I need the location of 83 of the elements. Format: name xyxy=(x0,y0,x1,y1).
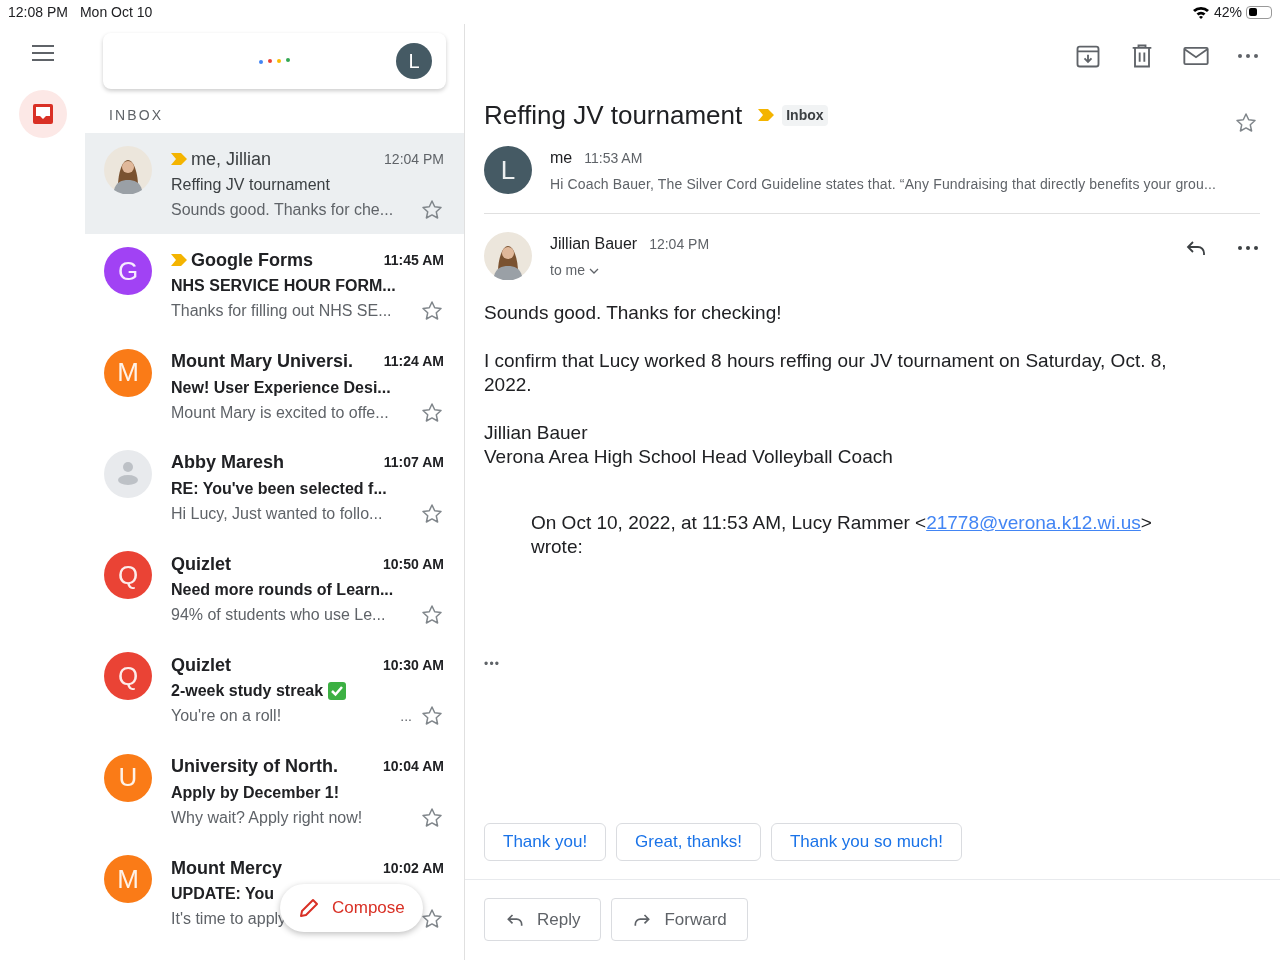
avatar: G xyxy=(104,247,152,296)
body-text: Jillian Bauer xyxy=(484,421,589,445)
quote-header: On Oct 10, 2022, at 11:53 AM, Lucy Rammer <21778@verona.k12.wi.us> xyxy=(531,511,1153,535)
email-sender: Abby Maresh xyxy=(171,451,285,475)
star-icon[interactable] xyxy=(420,400,444,425)
avatar: Q xyxy=(104,551,152,600)
email-snippet: Thanks for filling out NHS SE... xyxy=(171,301,392,322)
smart-reply-chip[interactable]: Thank you! xyxy=(484,823,607,861)
email-subject: RE: You've been selected f... xyxy=(171,478,387,499)
star-icon[interactable] xyxy=(420,805,444,830)
email-time: 12:04 PM xyxy=(384,149,444,169)
email-sender: University of North. xyxy=(171,755,339,779)
show-trimmed-button[interactable]: ••• xyxy=(484,655,501,673)
body-text: Sounds good. Thanks for checking! xyxy=(484,301,783,325)
message-time: 12:04 PM xyxy=(649,235,710,254)
message-time: 11:53 AM xyxy=(584,149,643,168)
email-time: 10:02 AM xyxy=(383,858,444,878)
email-snippet: 94% of students who use Le... xyxy=(171,605,386,626)
email-row[interactable]: me, Jillian 12:04 PM Reffing JV tournament Sounds good. Thanks for che... xyxy=(85,133,464,235)
email-sender: Google Forms xyxy=(191,248,313,272)
email-subject: Reffing JV tournament xyxy=(171,175,330,195)
message-sender: Jillian Bauer xyxy=(550,234,638,254)
email-subject: UPDATE: You xyxy=(171,884,275,905)
avatar-icon xyxy=(104,146,152,194)
email-snippet: Sounds good. Thanks for che... xyxy=(171,200,394,220)
list-title: INBOX xyxy=(108,106,165,125)
avatar-icon xyxy=(104,449,152,498)
account-avatar[interactable]: L xyxy=(396,43,432,79)
email-sender: Mount Mercy xyxy=(171,856,282,880)
email-time: 10:50 AM xyxy=(383,554,444,574)
battery-icon xyxy=(1246,5,1272,19)
recipients-toggle[interactable]: to me xyxy=(550,260,710,281)
battery-percent: 42% xyxy=(1213,2,1242,22)
forward-button[interactable]: Forward xyxy=(611,898,748,941)
message-snippet: Hi Coach Bauer, The Silver Cord Guideline states that. “Any Fundraising that directly benefits your grou... xyxy=(550,175,1217,194)
email-subject: 2-week study streak xyxy=(171,681,324,702)
email-time: 11:07 AM xyxy=(383,453,444,473)
star-icon[interactable] xyxy=(420,501,444,526)
reply-button[interactable]: Reply xyxy=(484,898,602,941)
star-icon[interactable] xyxy=(420,198,444,222)
loading-dots-icon xyxy=(258,57,292,65)
email-sender: Quizlet xyxy=(171,654,231,677)
search-bar[interactable]: L xyxy=(103,33,446,89)
label-chip: Inbox xyxy=(782,104,828,126)
email-snippet: Mount Mary is excited to offe... xyxy=(171,402,389,423)
body-text: Verona Area High School Head Volleyball Coach xyxy=(484,445,894,469)
thread-subject: Reffing JV tournament xyxy=(484,98,743,132)
email-sender: me, Jillian xyxy=(191,147,272,171)
avatar: L xyxy=(484,146,532,194)
status-time: 12:08 PM xyxy=(8,2,68,22)
email-time: 10:04 AM xyxy=(383,757,444,777)
star-icon[interactable] xyxy=(1234,111,1258,135)
pencil-icon xyxy=(298,897,320,919)
wifi-icon xyxy=(1191,5,1210,19)
email-link[interactable]: 21778@verona.k12.wi.us xyxy=(926,512,1141,533)
body-text: I confirm that Lucy worked 8 hours reffing our JV tournament on Saturday, Oct. 8, 2022. xyxy=(484,349,1168,397)
quote-text: wrote: xyxy=(531,535,584,559)
inbox-icon xyxy=(31,103,54,125)
email-time: 10:30 AM xyxy=(383,656,444,675)
email-sender: Quizlet xyxy=(171,552,231,576)
email-snippet: Why wait? Apply right now! xyxy=(171,807,363,828)
avatar-icon xyxy=(484,232,532,280)
email-time: 11:45 AM xyxy=(383,250,444,270)
avatar: U xyxy=(104,753,152,802)
chevron-down-icon xyxy=(589,267,599,274)
ellipsis-text: ... xyxy=(400,707,412,726)
inbox-nav-button[interactable] xyxy=(18,90,67,138)
email-subject: New! User Experience Desi... xyxy=(171,377,391,398)
status-date: Mon Oct 10 xyxy=(79,2,153,22)
email-time: 11:24 AM xyxy=(383,352,444,372)
email-sender: Mount Mary Universi. xyxy=(171,350,354,374)
menu-icon[interactable] xyxy=(30,44,55,62)
email-subject: Apply by December 1! xyxy=(171,782,340,803)
smart-reply-chip[interactable]: Thank you so much! xyxy=(770,823,962,861)
avatar: Q xyxy=(104,652,152,701)
email-snippet: You're on a roll! xyxy=(171,706,282,727)
smart-reply-chip[interactable]: Great, thanks! xyxy=(616,823,761,861)
email-subject: NHS SERVICE HOUR FORM... xyxy=(171,276,396,297)
message-sender: me xyxy=(550,148,573,168)
email-subject: Need more rounds of Learn... xyxy=(171,580,394,601)
avatar: M xyxy=(104,348,152,397)
email-snippet: Hi Lucy, Just wanted to follo... xyxy=(171,503,383,524)
avatar: M xyxy=(104,855,152,904)
